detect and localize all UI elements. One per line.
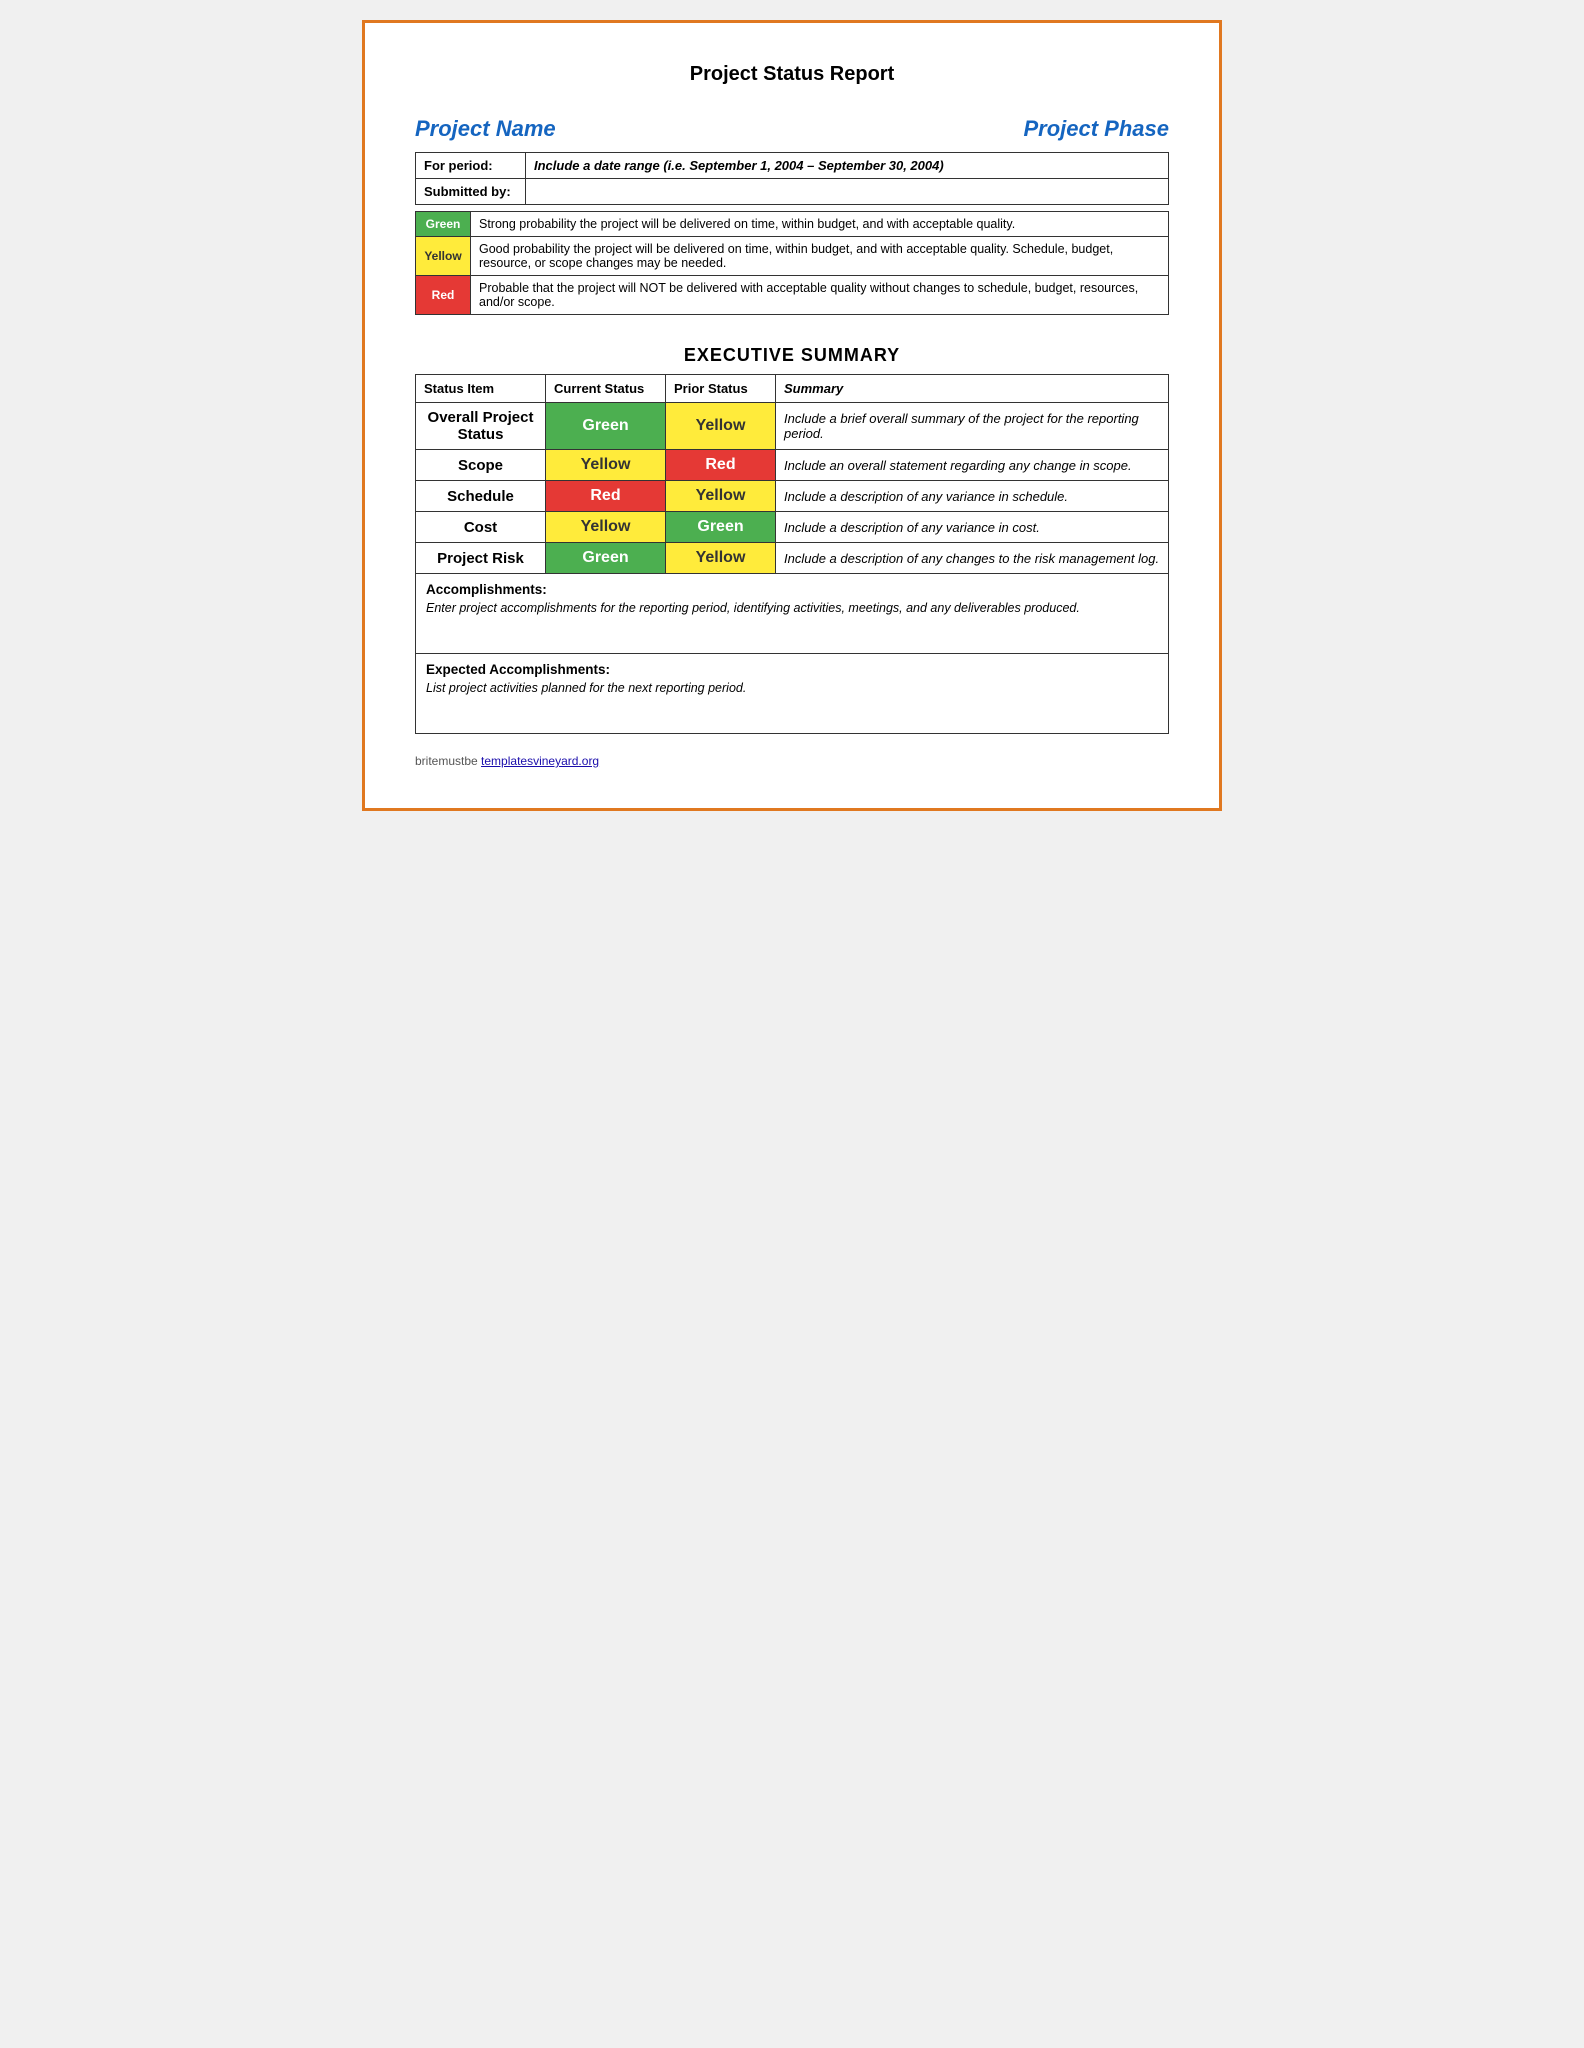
accomplishments-section: Accomplishments: Enter project accomplis… <box>415 574 1169 654</box>
expected-text: List project activities planned for the … <box>426 681 1158 695</box>
legend-red-desc: Probable that the project will NOT be de… <box>471 276 1169 315</box>
project-name-label: Project Name <box>415 116 556 142</box>
accomplishments-text: Enter project accomplishments for the re… <box>426 601 1158 615</box>
executive-summary-title: EXECUTIVE SUMMARY <box>415 345 1169 366</box>
status-item-cell: Project Risk <box>416 543 546 574</box>
page-wrapper: Project Status Report Project Name Proje… <box>362 20 1222 811</box>
prior-status-cell: Yellow <box>666 403 776 450</box>
status-item-cell: Schedule <box>416 481 546 512</box>
current-status-cell: Yellow <box>546 512 666 543</box>
for-period-value: Include a date range (i.e. September 1, … <box>526 153 1169 179</box>
accomplishments-title: Accomplishments: <box>426 582 1158 597</box>
exec-table-header: Status Item Current Status Prior Status … <box>416 375 1169 403</box>
table-row: ScopeYellowRedInclude an overall stateme… <box>416 450 1169 481</box>
status-item-cell: Scope <box>416 450 546 481</box>
table-row: CostYellowGreenInclude a description of … <box>416 512 1169 543</box>
summary-cell: Include a description of any changes to … <box>776 543 1169 574</box>
legend-green-desc: Strong probability the project will be d… <box>471 212 1169 237</box>
col-header-status-item: Status Item <box>416 375 546 403</box>
current-status-cell: Red <box>546 481 666 512</box>
prior-status-cell: Yellow <box>666 481 776 512</box>
col-header-prior: Prior Status <box>666 375 776 403</box>
executive-summary-table: Status Item Current Status Prior Status … <box>415 374 1169 574</box>
for-period-label: For period: <box>416 153 526 179</box>
legend-row-red: Red Probable that the project will NOT b… <box>416 276 1169 315</box>
footer-link[interactable]: templatesvineyard.org <box>481 754 599 768</box>
submitted-by-value <box>526 179 1169 205</box>
table-row: Project RiskGreenYellowInclude a descrip… <box>416 543 1169 574</box>
summary-cell: Include a brief overall summary of the p… <box>776 403 1169 450</box>
current-status-cell: Green <box>546 543 666 574</box>
table-row: ScheduleRedYellowInclude a description o… <box>416 481 1169 512</box>
legend-table: Green Strong probability the project wil… <box>415 211 1169 315</box>
current-status-cell: Yellow <box>546 450 666 481</box>
prior-status-cell: Yellow <box>666 543 776 574</box>
table-row: Overall Project StatusGreenYellowInclude… <box>416 403 1169 450</box>
legend-green-cell: Green <box>416 212 471 237</box>
col-header-summary: Summary <box>776 375 1169 403</box>
footer: britemustbe templatesvineyard.org <box>415 754 1169 768</box>
col-header-current: Current Status <box>546 375 666 403</box>
footer-prefix: britemustbe <box>415 754 478 768</box>
status-item-cell: Cost <box>416 512 546 543</box>
table-row: Submitted by: <box>416 179 1169 205</box>
header-row: Project Name Project Phase <box>415 116 1169 142</box>
summary-cell: Include an overall statement regarding a… <box>776 450 1169 481</box>
expected-accomplishments-section: Expected Accomplishments: List project a… <box>415 654 1169 734</box>
project-phase-label: Project Phase <box>1023 116 1169 142</box>
status-item-cell: Overall Project Status <box>416 403 546 450</box>
legend-yellow-desc: Good probability the project will be del… <box>471 237 1169 276</box>
page-title: Project Status Report <box>415 63 1169 86</box>
expected-title: Expected Accomplishments: <box>426 662 1158 677</box>
summary-cell: Include a description of any variance in… <box>776 481 1169 512</box>
table-row: For period: Include a date range (i.e. S… <box>416 153 1169 179</box>
legend-red-cell: Red <box>416 276 471 315</box>
legend-row-green: Green Strong probability the project wil… <box>416 212 1169 237</box>
legend-row-yellow: Yellow Good probability the project will… <box>416 237 1169 276</box>
current-status-cell: Green <box>546 403 666 450</box>
legend-yellow-cell: Yellow <box>416 237 471 276</box>
prior-status-cell: Red <box>666 450 776 481</box>
info-table: For period: Include a date range (i.e. S… <box>415 152 1169 205</box>
summary-cell: Include a description of any variance in… <box>776 512 1169 543</box>
prior-status-cell: Green <box>666 512 776 543</box>
submitted-by-label: Submitted by: <box>416 179 526 205</box>
